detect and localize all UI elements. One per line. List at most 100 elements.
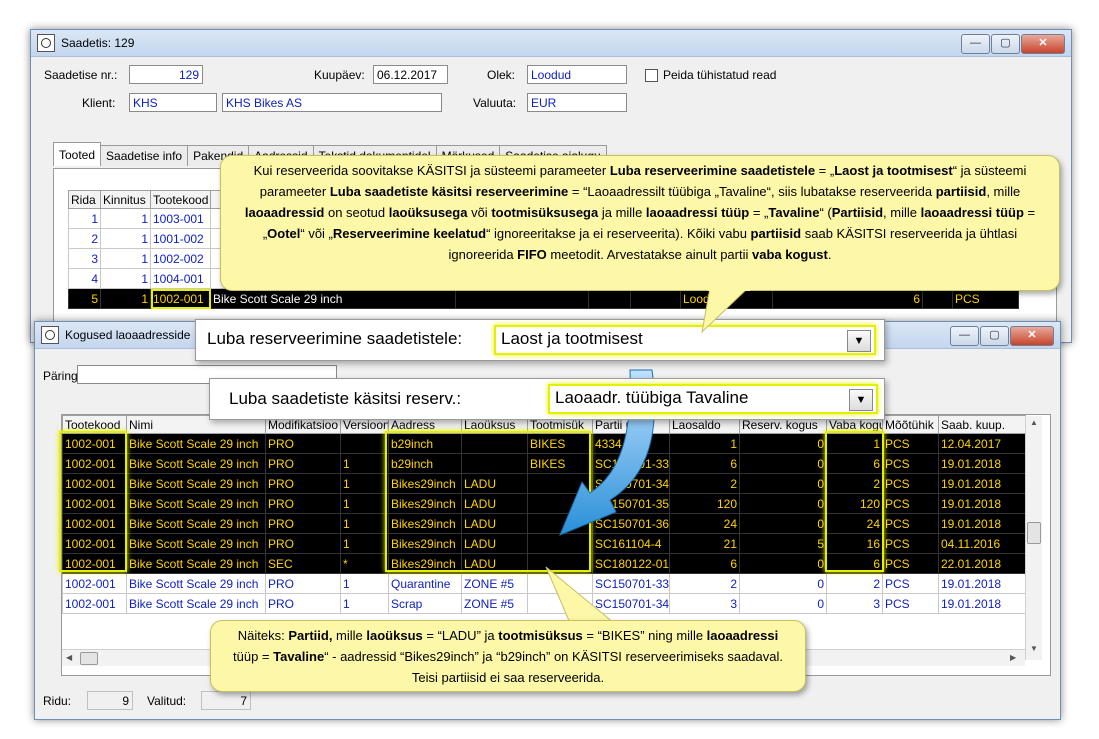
stock-cell: 3 [826, 593, 883, 614]
stock-cell: PCS [882, 453, 939, 474]
shipment-no-label: Saadetise nr.: [44, 68, 118, 82]
app-icon [41, 326, 59, 344]
stock-cell: 2 [669, 473, 740, 494]
client-name-field[interactable]: KHS Bikes AS [222, 93, 442, 112]
shipment-no-field[interactable]: 129 [129, 65, 203, 84]
table-row-selected[interactable]: 5 1 1002-001 Bike Scott Scale 29 inch Lo… [68, 288, 1019, 309]
reservation-param-label: Luba reserveerimine saadetistele: [207, 329, 463, 348]
scroll-thumb[interactable] [1027, 522, 1041, 544]
stock-cell: 2 [826, 473, 883, 494]
stock-cell: LADU [461, 533, 528, 554]
col-header-confirm[interactable]: Kinnitus [100, 190, 151, 209]
stock-cell: PRO [265, 513, 341, 534]
status-field[interactable]: Loodud [527, 65, 627, 84]
stock-cell: Bike Scott Scale 29 inch [126, 473, 266, 494]
manual-reservation-param-value: Laoaadr. tüübiga Tavaline [555, 388, 749, 407]
stock-cell: 0 [739, 473, 827, 494]
vertical-scrollbar[interactable]: ▲ ▼ [1025, 416, 1042, 660]
col-header-code[interactable]: Tootekood [150, 190, 211, 209]
shipment-window-title: Saadetis: 129 [61, 36, 135, 50]
col-header-0[interactable]: Tootekood [62, 415, 127, 434]
col-header-12[interactable]: Saab. kuup. [938, 415, 1026, 434]
stock-cell: PRO [265, 593, 341, 614]
stock-cell: Bike Scott Scale 29 inch [126, 593, 266, 614]
stock-cell: ZONE #5 [461, 593, 528, 614]
stock-cell: 3 [669, 593, 740, 614]
hide-cancelled-label: Peida tühistatud read [663, 68, 777, 82]
stock-cell: Bikes29inch [388, 513, 462, 534]
hide-cancelled-checkbox[interactable] [645, 69, 658, 82]
stock-cell: Bike Scott Scale 29 inch [126, 553, 266, 574]
stock-cell: LADU [461, 553, 528, 574]
stock-cell: 19.01.2018 [938, 573, 1026, 594]
stock-cell: 1002-001 [62, 433, 127, 454]
stock-cell: Bikes29inch [388, 493, 462, 514]
stock-cell: LADU [461, 513, 528, 534]
stock-cell: 19.01.2018 [938, 513, 1026, 534]
manual-reservation-param-select[interactable]: Laoaadr. tüübiga Tavaline ▼ [548, 384, 878, 414]
stock-cell: 1 [340, 513, 389, 534]
status-label: Olek: [487, 68, 516, 82]
stock-cell: PRO [265, 493, 341, 514]
chevron-down-icon[interactable]: ▼ [849, 389, 873, 411]
stock-cell: 1 [669, 433, 740, 454]
col-header-row[interactable]: Rida [68, 190, 101, 209]
explanation-callout-top: Kui reserveerida soovitakse KÄSITSI ja s… [220, 155, 1060, 291]
tab-shipment-info[interactable]: Saadetise info [100, 145, 189, 166]
reservation-param-select[interactable]: Laost ja tootmisest ▼ [494, 325, 876, 355]
stock-cell: * [340, 553, 389, 574]
stock-cell: 120 [826, 493, 883, 514]
close-button[interactable]: ✕ [1010, 326, 1054, 346]
stock-cell: 1002-001 [62, 593, 127, 614]
stock-cell: PRO [265, 453, 341, 474]
stock-cell: 21 [669, 533, 740, 554]
stock-cell: 1 [340, 453, 389, 474]
stock-cell: 6 [669, 553, 740, 574]
client-code-field[interactable]: KHS [129, 93, 217, 112]
stock-cell: 1002-001 [62, 513, 127, 534]
stock-cell: 1002-001 [62, 473, 127, 494]
callout-tail [701, 288, 750, 334]
stock-cell: PRO [265, 533, 341, 554]
maximize-button[interactable]: ▢ [991, 34, 1020, 54]
minimize-button[interactable]: — [961, 34, 990, 54]
client-label: Klient: [82, 96, 116, 110]
shipment-titlebar: Saadetis: 129 — ▢ ✕ [31, 30, 1071, 57]
stock-cell: Bike Scott Scale 29 inch [126, 573, 266, 594]
reservation-param-value: Laost ja tootmisest [501, 329, 643, 348]
query-label: Päring: [43, 369, 82, 383]
stock-cell: 1 [340, 473, 389, 494]
stock-cell: 0 [739, 493, 827, 514]
minimize-button[interactable]: — [950, 326, 979, 346]
maximize-button[interactable]: ▢ [980, 326, 1009, 346]
rows-count: 9 [87, 691, 133, 710]
stock-cell: Bike Scott Scale 29 inch [126, 453, 266, 474]
stock-cell: b29inch [388, 453, 462, 474]
stock-cell: 1 [340, 593, 389, 614]
selected-label: Valitud: [147, 694, 187, 708]
stock-cell: PCS [882, 573, 939, 594]
stock-cell: 6 [826, 553, 883, 574]
stock-cell: 6 [826, 453, 883, 474]
stock-cell: 22.01.2018 [938, 553, 1026, 574]
stock-cell: 19.01.2018 [938, 453, 1026, 474]
stock-cell: PRO [265, 433, 341, 454]
close-button[interactable]: ✕ [1021, 34, 1065, 54]
col-header-11[interactable]: Mõõtühik [882, 415, 939, 434]
scroll-thumb[interactable] [80, 652, 98, 665]
date-field[interactable]: 06.12.2017 [373, 65, 448, 84]
stock-cell: 1002-001 [62, 453, 127, 474]
stock-cell: 1 [826, 433, 883, 454]
stock-cell: Bike Scott Scale 29 inch [126, 493, 266, 514]
manual-reservation-param-combo: Luba saadetiste käsitsi reserv.: Laoaadr… [209, 378, 885, 420]
stock-cell: PCS [882, 433, 939, 454]
stock-cell: 1002-001 [62, 573, 127, 594]
stock-cell: Bikes29inch [388, 473, 462, 494]
manual-reservation-param-label: Luba saadetiste käsitsi reserv.: [229, 389, 462, 408]
stock-cell: 2 [669, 573, 740, 594]
tab-products[interactable]: Tooted [53, 142, 102, 166]
currency-field[interactable]: EUR [527, 93, 627, 112]
explanation-callout-bottom: Näiteks: Partiid, mille laoüksus = “LADU… [210, 620, 806, 692]
chevron-down-icon[interactable]: ▼ [847, 330, 871, 352]
stock-cell: 6 [669, 453, 740, 474]
